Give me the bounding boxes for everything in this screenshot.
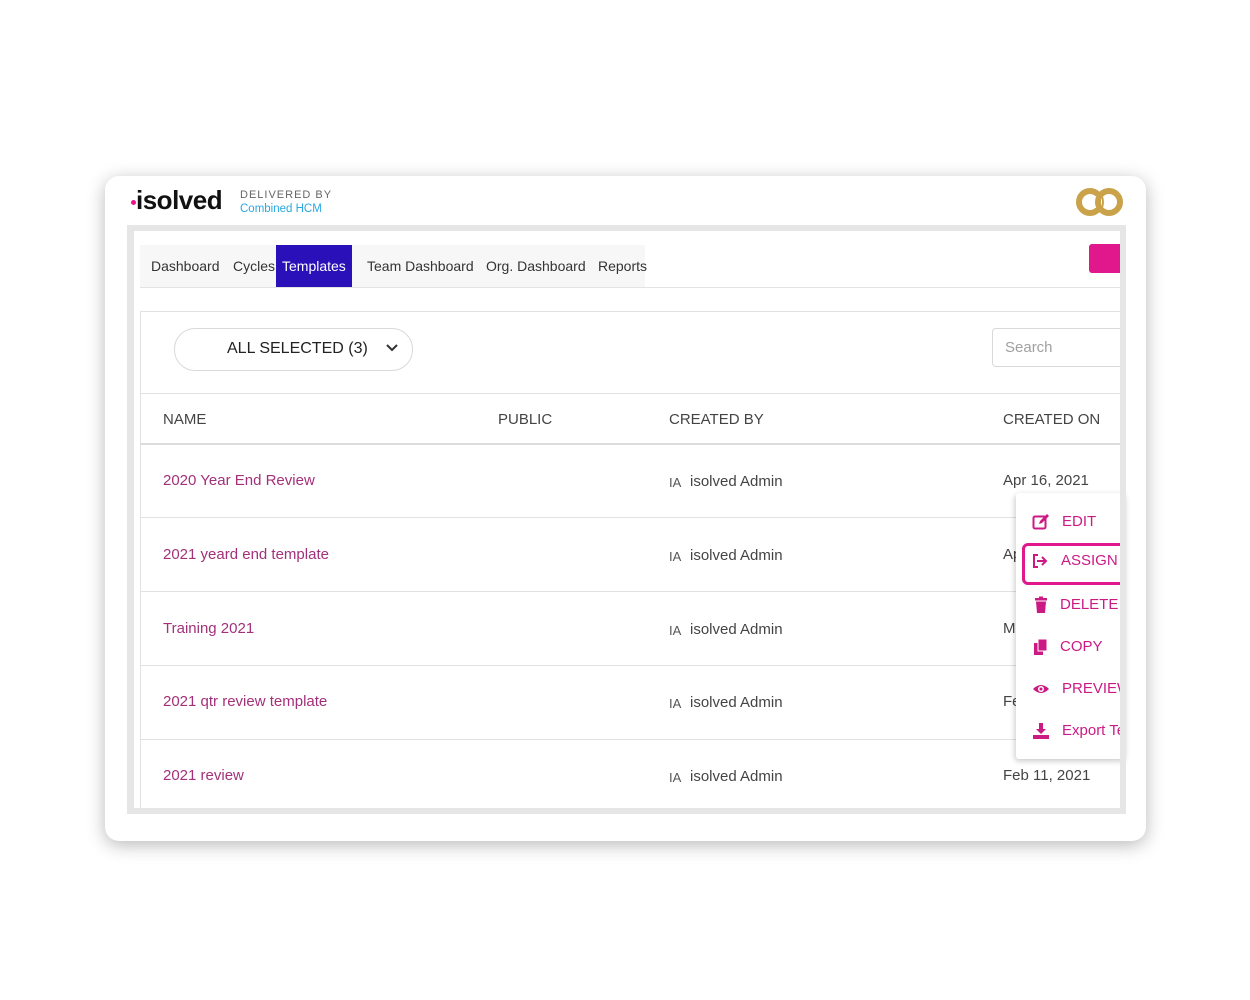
column-header-created-by[interactable]: CREATED BY bbox=[669, 411, 764, 428]
template-name-link[interactable]: 2020 Year End Review bbox=[163, 472, 315, 489]
nav-tabs: Dashboard Cycles Templates Team Dashboar… bbox=[140, 245, 647, 287]
row-divider bbox=[140, 591, 1120, 592]
column-header-created-on[interactable]: CREATED ON bbox=[1003, 411, 1100, 428]
menu-item-label: Export Template bbox=[1062, 722, 1126, 739]
creator-name: isolved Admin bbox=[690, 473, 783, 490]
isolved-logo: isolved bbox=[136, 185, 223, 215]
eye-icon bbox=[1033, 685, 1049, 693]
frame-right-edge bbox=[1120, 231, 1126, 808]
menu-item-label: DELETE bbox=[1060, 596, 1119, 613]
menu-item-assign[interactable]: ASSIGN bbox=[1022, 543, 1126, 585]
search-input[interactable] bbox=[992, 328, 1120, 367]
menu-item-copy[interactable]: COPY bbox=[1016, 629, 1126, 665]
row-actions-menu: EDIT ASSIGN DELETE COPY PREVIEW Export T… bbox=[1016, 493, 1126, 759]
partner-co-logo bbox=[1076, 188, 1123, 216]
creator-initials: IA bbox=[669, 623, 682, 638]
tabs-divider bbox=[140, 287, 1120, 288]
template-name-link[interactable]: 2021 review bbox=[163, 767, 244, 784]
tab-team-dashboard[interactable]: Team Dashboard bbox=[361, 245, 480, 287]
assign-icon bbox=[1033, 554, 1048, 568]
menu-item-delete[interactable]: DELETE bbox=[1016, 587, 1126, 623]
tab-dashboard[interactable]: Dashboard bbox=[145, 245, 226, 287]
template-name-link[interactable]: Training 2021 bbox=[163, 620, 254, 637]
edit-icon bbox=[1032, 514, 1049, 530]
menu-item-label: COPY bbox=[1060, 638, 1103, 655]
template-name-link[interactable]: 2021 yeard end template bbox=[163, 546, 329, 563]
new-template-button[interactable]: + bbox=[1089, 244, 1120, 273]
creator-initials: IA bbox=[669, 549, 682, 564]
menu-item-label: ASSIGN bbox=[1061, 552, 1118, 569]
creator-initials: IA bbox=[669, 696, 682, 711]
created-on-date: Feb 11, 2021 bbox=[1003, 767, 1091, 784]
tab-cycles[interactable]: Cycles bbox=[227, 245, 281, 287]
main-content: Dashboard Cycles Templates Team Dashboar… bbox=[134, 231, 1120, 808]
creator-name: isolved Admin bbox=[690, 547, 783, 564]
copy-icon bbox=[1034, 638, 1048, 655]
row-divider bbox=[140, 517, 1120, 518]
row-divider bbox=[140, 739, 1120, 740]
menu-item-label: PREVIEW bbox=[1062, 680, 1126, 697]
trash-icon bbox=[1035, 596, 1047, 613]
creator-initials: IA bbox=[669, 475, 682, 490]
menu-item-label: EDIT bbox=[1062, 513, 1097, 530]
creator-initials: IA bbox=[669, 770, 682, 785]
tab-org-dashboard[interactable]: Org. Dashboard bbox=[480, 245, 592, 287]
partner-name: Combined HCM bbox=[240, 203, 322, 215]
column-header-name[interactable]: NAME bbox=[163, 411, 206, 428]
tab-templates[interactable]: Templates bbox=[276, 245, 352, 287]
menu-item-preview[interactable]: PREVIEW bbox=[1016, 671, 1126, 707]
created-on-date: Apr 16, 2021 bbox=[1003, 472, 1089, 489]
column-header-public[interactable]: PUBLIC bbox=[498, 411, 552, 428]
menu-item-export[interactable]: Export Template bbox=[1016, 713, 1126, 749]
filter-label: ALL SELECTED (3) bbox=[227, 340, 368, 357]
delivered-by-label: DELIVERED BY bbox=[240, 189, 333, 201]
chevron-down-icon bbox=[386, 344, 398, 352]
creator-name: isolved Admin bbox=[690, 768, 783, 785]
created-on-date: M bbox=[1003, 620, 1016, 637]
creator-name: isolved Admin bbox=[690, 694, 783, 711]
creator-name: isolved Admin bbox=[690, 621, 783, 638]
template-name-link[interactable]: 2021 qtr review template bbox=[163, 693, 327, 710]
header-top-divider bbox=[140, 393, 1120, 394]
row-divider bbox=[140, 665, 1120, 666]
menu-item-edit[interactable]: EDIT bbox=[1016, 504, 1126, 540]
status-filter-dropdown[interactable]: ALL SELECTED (3) bbox=[174, 328, 413, 371]
header-bottom-divider bbox=[140, 443, 1120, 445]
download-icon bbox=[1033, 723, 1049, 739]
tab-reports[interactable]: Reports bbox=[592, 245, 653, 287]
